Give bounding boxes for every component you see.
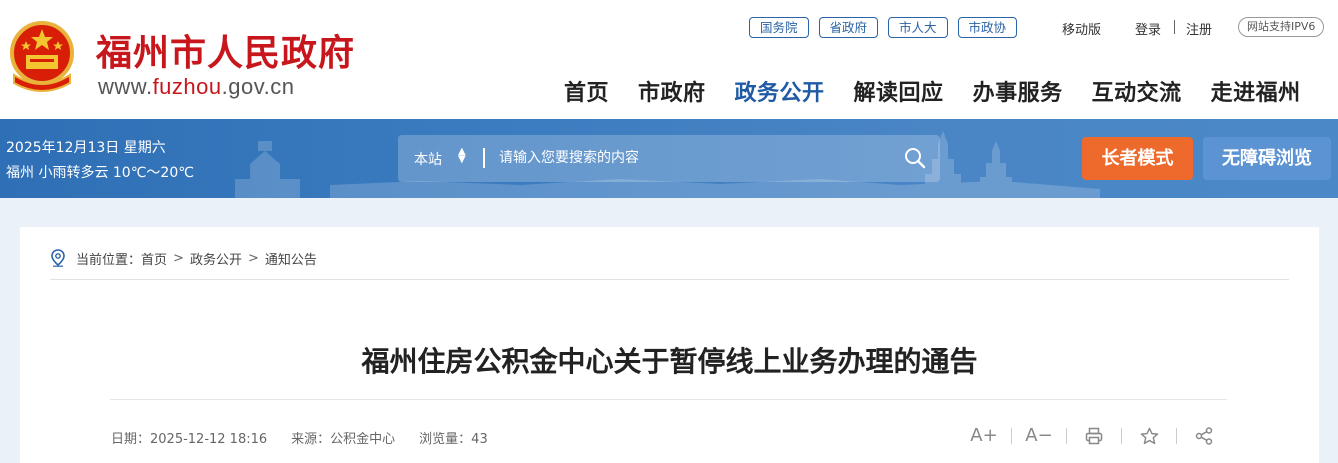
login-divider	[1174, 20, 1175, 34]
publish-date: 日期：2025-12-12 18:16	[111, 432, 268, 447]
link-city-congress[interactable]: 市人大	[888, 17, 948, 38]
breadcrumb-prefix: 当前位置：	[76, 252, 142, 268]
tool-divider	[1011, 427, 1012, 444]
breadcrumb-separator: >	[247, 250, 259, 266]
site-name[interactable]: 福州市人民政府	[96, 24, 355, 76]
link-provincial-government[interactable]: 省政府	[818, 17, 879, 38]
star-icon	[1140, 427, 1158, 444]
tool-divider	[1176, 427, 1177, 444]
weather-info: 福州 小雨转多云 10℃～20℃	[6, 165, 194, 181]
font-decrease-button[interactable]: A−	[1025, 425, 1053, 446]
ipv6-badge: 网站支持IPV6	[1238, 17, 1325, 37]
login-link[interactable]: 登录	[1135, 19, 1161, 38]
search-icon[interactable]	[903, 146, 927, 170]
current-date: 2025年12月13日 星期六	[6, 140, 166, 156]
nav-home[interactable]: 首页	[564, 75, 609, 107]
tool-divider	[1121, 427, 1122, 444]
link-city-cppcc[interactable]: 市政协	[957, 17, 1018, 38]
nav-interaction[interactable]: 互动交流	[1092, 75, 1182, 107]
national-emblem-icon[interactable]	[6, 19, 78, 99]
location-pin-icon	[51, 249, 65, 267]
favorite-button[interactable]	[1135, 427, 1163, 445]
register-link[interactable]: 注册	[1186, 19, 1212, 38]
nav-interpretation[interactable]: 解读回应	[854, 75, 944, 107]
domain-suffix: .gov.cn	[221, 74, 295, 99]
article-meta: 日期：2025-12-12 18:16 来源：公积金中心 浏览量：43	[111, 428, 488, 447]
article-card: 当前位置： 首页 > 政务公开 > 通知公告 福州住房公积金中心关于暂停线上业务…	[20, 227, 1319, 463]
breadcrumb-divider	[50, 279, 1289, 280]
article-title: 福州住房公积金中心关于暂停线上业务办理的通告	[361, 345, 978, 378]
nav-about-fuzhou[interactable]: 走进福州	[1211, 75, 1301, 107]
breadcrumb-home[interactable]: 首页	[141, 249, 167, 268]
banner: 2025年12月13日 星期六 福州 小雨转多云 10℃～20℃ 本站 ▲▼ 长…	[0, 119, 1338, 198]
elder-mode-button[interactable]: 长者模式	[1082, 137, 1193, 180]
breadcrumb-government-affairs[interactable]: 政务公开	[190, 249, 242, 268]
site-header: 福州市人民政府 www.fuzhou.gov.cn 国务院 省政府 市人大 市政…	[0, 0, 1338, 119]
article-tools: A+ A−	[970, 425, 1218, 446]
nav-government-affairs[interactable]: 政务公开	[735, 75, 825, 107]
breadcrumb-separator: >	[173, 250, 184, 266]
tool-divider	[1066, 427, 1067, 444]
nav-city-government[interactable]: 市政府	[638, 75, 706, 107]
breadcrumb-notices[interactable]: 通知公告	[265, 249, 317, 268]
font-increase-button[interactable]: A+	[970, 425, 998, 446]
select-arrows-icon[interactable]: ▲ ▼	[458, 147, 466, 165]
search-divider	[483, 148, 485, 168]
mobile-version-link[interactable]: 移动版	[1062, 19, 1101, 38]
share-button[interactable]	[1190, 426, 1218, 445]
print-button[interactable]	[1080, 427, 1108, 445]
main-nav: 首页 市政府 政务公开 解读回应 办事服务 互动交流 走进福州	[564, 75, 1301, 107]
article-source: 来源：公积金中心	[291, 432, 396, 447]
search-input[interactable]	[499, 147, 889, 169]
breadcrumb: 当前位置： 首页 > 政务公开 > 通知公告	[50, 248, 317, 268]
domain-highlight: fuzhou	[152, 74, 222, 99]
domain-prefix: www.	[98, 74, 153, 99]
search-scope-select[interactable]: 本站	[414, 149, 442, 169]
print-icon	[1085, 427, 1103, 444]
search-bar: 本站 ▲ ▼	[398, 135, 940, 182]
top-links: 国务院 省政府 市人大 市政协	[749, 17, 1018, 38]
nav-services[interactable]: 办事服务	[973, 75, 1063, 107]
share-icon	[1195, 426, 1213, 445]
view-count: 浏览量：43	[419, 432, 488, 447]
title-divider	[110, 399, 1227, 400]
accessible-browsing-button[interactable]: 无障碍浏览	[1203, 137, 1331, 180]
site-domain: www.fuzhou.gov.cn	[98, 74, 294, 100]
link-state-council[interactable]: 国务院	[749, 17, 809, 38]
